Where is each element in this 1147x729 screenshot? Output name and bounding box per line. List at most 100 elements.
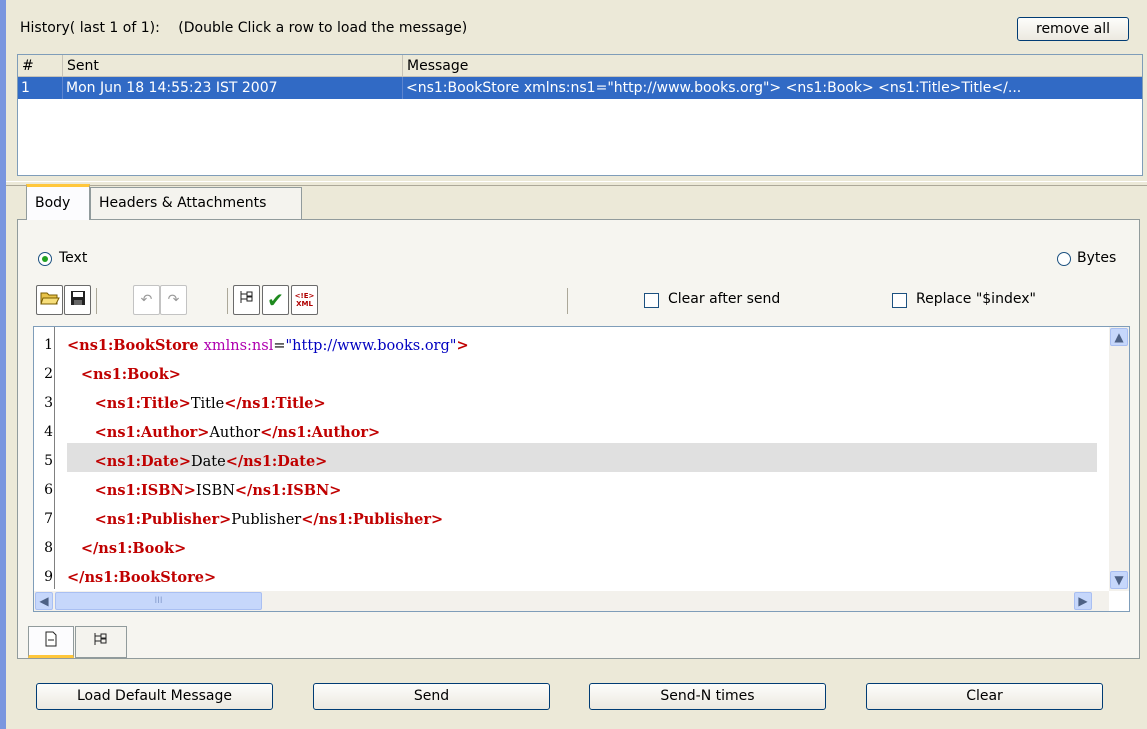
xml-token: > [456, 337, 469, 354]
xml-tree-button[interactable] [233, 285, 260, 315]
column-header-sent[interactable]: Sent [63, 55, 403, 77]
replace-index-checkbox[interactable] [892, 293, 907, 308]
line-number: 6 [44, 482, 53, 498]
column-header-index[interactable]: # [18, 55, 63, 77]
xml-token: <ns1:Book> [80, 366, 181, 383]
xml-token: <ns1:Date> [94, 453, 191, 470]
xml-token: Author [209, 425, 261, 441]
validate-check-icon: ✔ [267, 288, 284, 312]
xml-token: <ns1:Author> [94, 424, 210, 441]
toolbar-separator [96, 288, 97, 314]
column-header-message[interactable]: Message [403, 55, 1142, 77]
row-index: 1 [18, 77, 63, 99]
horizontal-scroll-thumb[interactable]: III [55, 592, 262, 610]
panel-splitter[interactable] [6, 181, 1147, 186]
history-table: # Sent Message 1 Mon Jun 18 14:55:23 IST… [17, 54, 1143, 176]
clear-after-send-checkbox[interactable] [644, 293, 659, 308]
line-number: 7 [44, 511, 53, 527]
scroll-left-button[interactable]: ◀ [35, 592, 53, 610]
code-line[interactable]: </ns1:Book> [67, 534, 186, 563]
xml-token: Publisher [231, 512, 302, 528]
xml-token: xmlns:nsl [203, 338, 274, 354]
xml-token: ISBN [195, 483, 235, 499]
document-view-tab[interactable] [28, 626, 74, 658]
xml-token: </ns1:Publisher> [301, 511, 444, 528]
send-button[interactable]: Send [313, 683, 550, 710]
code-line[interactable]: <ns1:Book> [67, 360, 181, 389]
window-frame-edge [0, 0, 6, 729]
radio-selected-dot [42, 256, 48, 262]
history-header: History( last 1 of 1): (Double Click a r… [20, 20, 467, 36]
xml-token: <ns1:ISBN> [94, 482, 196, 499]
row-sent: Mon Jun 18 14:55:23 IST 2007 [63, 77, 403, 99]
toolbar-separator [227, 288, 228, 314]
open-file-button[interactable] [36, 285, 63, 315]
send-n-times-button[interactable]: Send-N times [589, 683, 826, 710]
history-title: History( last 1 of 1): [20, 20, 160, 36]
line-number: 8 [44, 540, 53, 556]
history-hint: (Double Click a row to load the message) [178, 20, 468, 36]
line-number: 4 [44, 424, 53, 440]
tab-body[interactable]: Body [26, 184, 90, 220]
scroll-down-button[interactable]: ▼ [1110, 571, 1128, 589]
code-line[interactable]: <ns1:Title>Title</ns1:Title> [67, 389, 326, 418]
save-disk-icon [70, 290, 86, 310]
text-radio[interactable] [38, 252, 52, 266]
code-line[interactable]: <ns1:Publisher>Publisher</ns1:Publisher> [67, 505, 444, 534]
tree-view-tab[interactable] [75, 626, 127, 658]
xml-editor[interactable]: 1 2 3 4 5 6 7 8 9 <ns1:BookStore xmlns:n… [33, 326, 1130, 612]
xml-tree-icon [238, 289, 256, 311]
code-line[interactable]: <ns1:Date>Date</ns1:Date> [67, 447, 328, 476]
code-line[interactable]: <ns1:ISBN>ISBN</ns1:ISBN> [67, 476, 342, 505]
vertical-scrollbar[interactable]: ▲ ▼ [1109, 327, 1129, 591]
line-number: 3 [44, 395, 53, 411]
line-number-gutter: 1 2 3 4 5 6 7 8 9 [34, 327, 55, 589]
line-number: 1 [44, 337, 53, 353]
xml-token: </ns1:Title> [224, 395, 326, 412]
xml-token: <ns1:BookStore [67, 337, 204, 354]
undo-icon: ↶ [140, 292, 153, 308]
save-file-button[interactable] [64, 285, 91, 315]
xml-escape-icon: <!E> XML [294, 292, 315, 308]
toolbar-separator [567, 288, 568, 314]
code-line[interactable]: <ns1:BookStore xmlns:nsl="http://www.boo… [67, 331, 469, 360]
redo-button[interactable]: ↷ [160, 285, 187, 315]
horizontal-scrollbar[interactable]: ◀ III ▶ [34, 591, 1109, 611]
clear-button[interactable]: Clear [866, 683, 1103, 710]
text-radio-label: Text [59, 250, 88, 266]
row-message: <ns1:BookStore xmlns:ns1="http://www.boo… [406, 80, 1022, 96]
xml-token: </ns1:ISBN> [234, 482, 342, 499]
xml-token: </ns1:Author> [260, 424, 381, 441]
line-number: 9 [44, 569, 53, 585]
scroll-up-button[interactable]: ▲ [1110, 328, 1128, 346]
bytes-radio[interactable] [1057, 252, 1071, 266]
replace-index-label: Replace "$index" [916, 291, 1036, 307]
xml-token: </ns1:Date> [225, 453, 328, 470]
xml-token: </ns1:Book> [80, 540, 187, 557]
code-line[interactable]: </ns1:BookStore> [67, 563, 216, 592]
tab-headers-attachments[interactable]: Headers & Attachments [90, 187, 302, 219]
bytes-radio-label: Bytes [1077, 250, 1117, 266]
line-number: 5 [44, 453, 53, 469]
xml-token: </ns1:BookStore> [67, 569, 217, 586]
tree-view-icon [92, 631, 110, 653]
redo-icon: ↷ [167, 292, 180, 308]
undo-button[interactable]: ↶ [133, 285, 160, 315]
open-folder-icon [39, 290, 60, 310]
xml-token: = [273, 338, 286, 354]
xml-token: <ns1:Title> [94, 395, 191, 412]
xml-escape-button[interactable]: <!E> XML [291, 285, 318, 315]
line-number: 2 [44, 366, 53, 382]
load-default-message-button[interactable]: Load Default Message [36, 683, 273, 710]
xml-token: "http://www.books.org" [285, 338, 457, 354]
scroll-right-button[interactable]: ▶ [1074, 592, 1092, 610]
remove-all-button[interactable]: remove all [1017, 17, 1129, 41]
validate-button[interactable]: ✔ [262, 285, 289, 315]
code-line[interactable]: <ns1:Author>Author</ns1:Author> [67, 418, 381, 447]
xml-token: Title [190, 396, 225, 412]
table-row[interactable]: 1 Mon Jun 18 14:55:23 IST 2007 <ns1:Book… [18, 77, 1142, 99]
document-view-icon [44, 631, 58, 651]
xml-token: <ns1:Publisher> [94, 511, 232, 528]
clear-after-send-label: Clear after send [668, 291, 781, 307]
xml-token: Date [191, 454, 226, 470]
